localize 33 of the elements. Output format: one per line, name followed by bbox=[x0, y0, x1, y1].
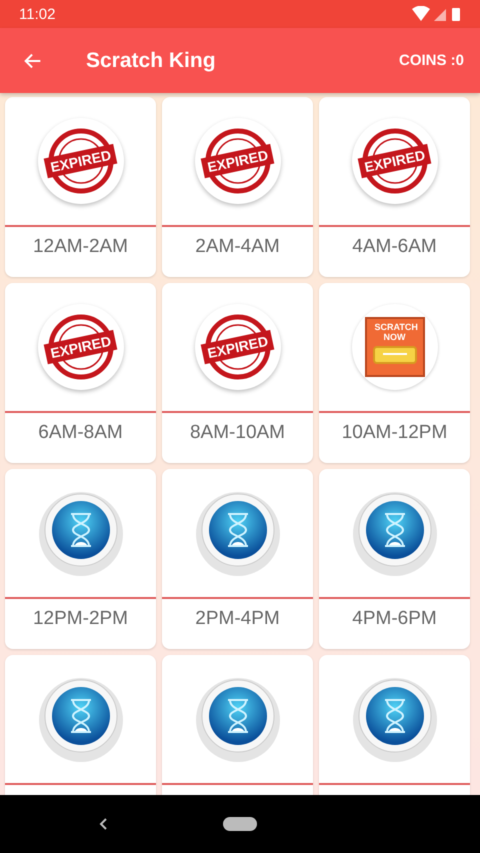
time-slot-label: 2AM-4AM bbox=[195, 236, 280, 258]
home-pill-icon[interactable] bbox=[223, 817, 257, 831]
stamp-text: EXPIRED bbox=[43, 144, 118, 178]
time-slot-label: 6AM-8AM bbox=[38, 422, 123, 444]
slot-card[interactable]: EXPIRED 6AM-8AM bbox=[5, 283, 156, 463]
app-title: Scratch King bbox=[86, 48, 217, 72]
slot-card[interactable]: EXPIRED 8AM-10AM bbox=[162, 283, 313, 463]
time-slot-label: 12AM-2AM bbox=[32, 236, 128, 258]
time-slot-label: 10AM-12PM bbox=[342, 422, 448, 444]
slot-card[interactable]: 2PM-4PM bbox=[162, 469, 313, 649]
coins-counter: COINS :0 bbox=[398, 52, 464, 69]
slot-card[interactable] bbox=[319, 655, 470, 795]
time-slot-label: 8AM-10AM bbox=[190, 422, 286, 444]
slot-card[interactable]: EXPIRED 12AM-2AM bbox=[5, 97, 156, 277]
slot-card[interactable]: 4PM-6PM bbox=[319, 469, 470, 649]
ticket-strip-icon bbox=[372, 346, 416, 364]
slot-card[interactable]: 12PM-2PM bbox=[5, 469, 156, 649]
time-slot-label: 2PM-4PM bbox=[195, 608, 280, 630]
stamp-text: EXPIRED bbox=[357, 144, 432, 178]
scratch-ticket[interactable]: SCRATCH NOW bbox=[364, 317, 424, 377]
time-slot-label: 4PM-6PM bbox=[352, 608, 437, 630]
stamp-text: EXPIRED bbox=[43, 330, 118, 364]
slot-card[interactable]: SCRATCH NOW 10AM-12PM bbox=[319, 283, 470, 463]
time-slot-label: 4AM-6AM bbox=[352, 236, 437, 258]
slot-card[interactable] bbox=[5, 655, 156, 795]
slot-card[interactable] bbox=[162, 655, 313, 795]
status-time: 11:02 bbox=[19, 6, 56, 22]
status-icons-drawing bbox=[412, 6, 462, 22]
slot-card[interactable]: EXPIRED 2AM-4AM bbox=[162, 97, 313, 277]
time-slot-label: 12PM-2PM bbox=[32, 608, 128, 630]
slot-card[interactable]: EXPIRED 4AM-6AM bbox=[319, 97, 470, 277]
stamp-text: EXPIRED bbox=[200, 144, 275, 178]
stamp-text: EXPIRED bbox=[200, 330, 275, 364]
